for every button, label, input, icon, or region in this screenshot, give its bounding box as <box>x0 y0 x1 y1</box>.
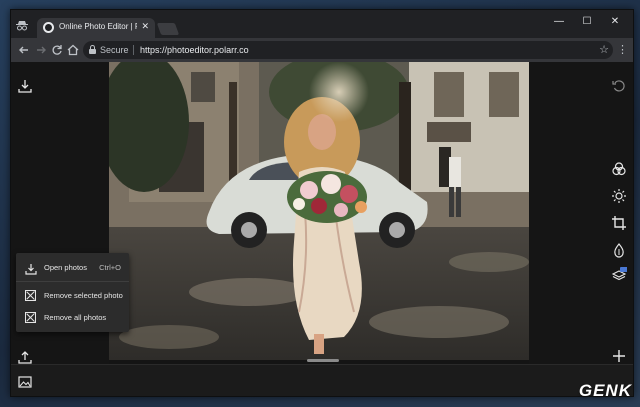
genk-watermark: GENK <box>578 381 632 400</box>
bookmark-star-icon[interactable]: ☆ <box>599 43 609 56</box>
menu-item-label: Open photos <box>44 263 87 272</box>
history-icon[interactable] <box>611 78 627 94</box>
download-icon[interactable] <box>17 78 33 94</box>
download-icon <box>25 262 37 275</box>
menu-item-label: Remove all photos <box>44 313 107 322</box>
incognito-icon <box>15 18 29 32</box>
layers-icon[interactable] <box>611 267 628 283</box>
right-tool-panel <box>529 62 633 364</box>
remove-box-icon <box>25 312 37 324</box>
filters-icon[interactable] <box>611 161 627 177</box>
filmstrip-bar <box>11 364 633 396</box>
retouch-icon[interactable] <box>611 242 627 258</box>
menu-item-shortcut: Ctrl+O <box>99 263 121 272</box>
home-icon[interactable] <box>65 42 81 58</box>
polarr-favicon-icon <box>43 22 54 33</box>
address-bar[interactable]: Secure https://photoeditor.polarr.co ☆ <box>83 41 613 59</box>
menu-item-remove-selected[interactable]: Remove selected photo <box>16 285 129 307</box>
open-photos-menu: Open photos Ctrl+O Remove selected photo… <box>16 253 129 332</box>
menu-item-label: Remove selected photo <box>44 291 123 300</box>
tab-strip: Online Photo Editor | Pola ✕ — ☐ ✕ <box>11 10 633 38</box>
secure-label: Secure <box>100 45 129 55</box>
tab-photo-editor[interactable]: Online Photo Editor | Pola ✕ <box>37 18 155 38</box>
omnibox-separator <box>133 45 134 55</box>
new-tab-button[interactable] <box>156 23 180 35</box>
photo-canvas[interactable] <box>109 62 531 360</box>
add-icon[interactable] <box>611 348 627 364</box>
maximize-button[interactable]: ☐ <box>573 14 601 30</box>
close-window-button[interactable]: ✕ <box>601 14 629 30</box>
forward-arrow-icon[interactable] <box>33 42 49 58</box>
photo-image <box>109 62 531 360</box>
menu-item-open-photos[interactable]: Open photos Ctrl+O <box>16 257 129 279</box>
polarr-editor: Open photos Ctrl+O Remove selected photo… <box>11 62 633 396</box>
back-arrow-icon[interactable] <box>16 42 32 58</box>
browser-toolbar: Secure https://photoeditor.polarr.co ☆ ⋮ <box>11 38 633 62</box>
browser-menu-icon[interactable]: ⋮ <box>617 41 628 59</box>
panel-resize-handle[interactable] <box>307 359 339 362</box>
image-thumbnail-icon[interactable] <box>17 374 33 390</box>
adjust-icon[interactable] <box>611 188 627 204</box>
url-text[interactable]: https://photoeditor.polarr.co <box>140 45 249 55</box>
tab-title: Online Photo Editor | Pola <box>59 22 137 31</box>
browser-window: Online Photo Editor | Pola ✕ — ☐ ✕ Secur… <box>10 9 634 397</box>
lock-icon <box>89 45 96 54</box>
remove-box-icon <box>25 290 37 302</box>
menu-item-remove-all[interactable]: Remove all photos <box>16 307 129 329</box>
tab-close-icon[interactable]: ✕ <box>141 21 149 32</box>
reload-icon[interactable] <box>49 42 65 58</box>
upload-icon[interactable] <box>17 349 33 365</box>
menu-divider <box>16 281 129 282</box>
minimize-button[interactable]: — <box>545 14 573 30</box>
crop-icon[interactable] <box>611 215 627 231</box>
